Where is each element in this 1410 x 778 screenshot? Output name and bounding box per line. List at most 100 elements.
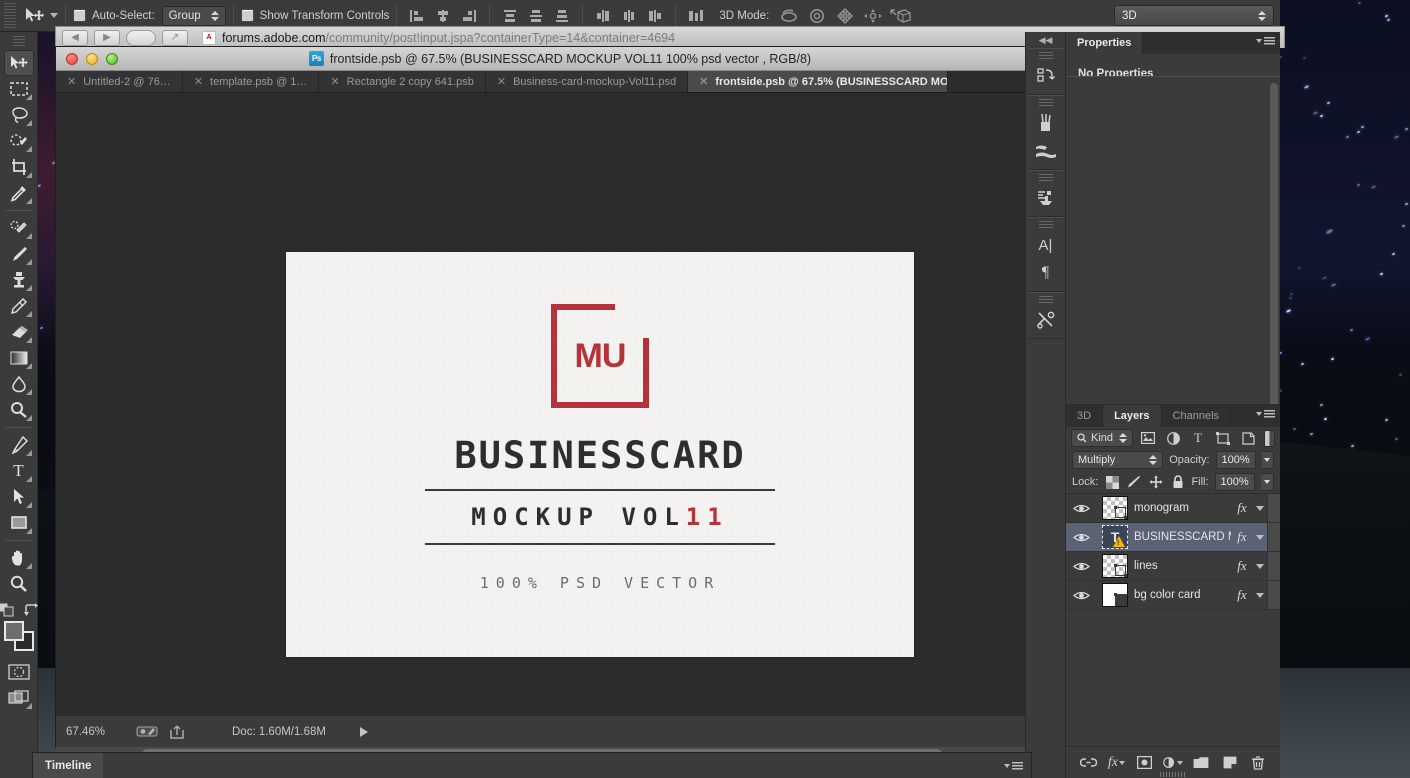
layer-row[interactable]: lines fx xyxy=(1066,552,1280,581)
layer-expand-chevron-down-icon[interactable] xyxy=(1253,505,1267,511)
dock-group-grip[interactable] xyxy=(1038,174,1053,182)
lasso-tool[interactable] xyxy=(4,102,34,128)
auto-select-checkbox[interactable] xyxy=(73,9,86,22)
spot-healing-brush-tool[interactable] xyxy=(4,215,34,241)
rotate-3d-icon[interactable] xyxy=(775,4,803,28)
move-tool[interactable] xyxy=(3,50,34,76)
layer-row[interactable]: bg color card fx xyxy=(1066,581,1280,610)
layer-name[interactable]: monogram xyxy=(1134,502,1231,514)
layer-list-scrollbar[interactable] xyxy=(1267,523,1280,551)
new-group-icon[interactable] xyxy=(1191,753,1211,773)
layer-filter-kind-select[interactable]: Kind xyxy=(1071,429,1133,447)
align-right-edges-icon[interactable] xyxy=(456,4,482,28)
zoom-tool[interactable] xyxy=(4,571,34,597)
layer-visibility-eye-icon[interactable] xyxy=(1066,532,1096,543)
layer-list-scrollbar[interactable] xyxy=(1267,494,1280,522)
history-brush-tool[interactable] xyxy=(4,293,34,319)
foreground-color-swatch[interactable] xyxy=(3,621,24,641)
layer-name[interactable]: lines xyxy=(1134,560,1231,572)
layer-row-selected[interactable]: T ! BUSINESSCARD MOC... fx xyxy=(1066,523,1280,552)
move-tool-icon[interactable] xyxy=(18,4,50,28)
layer-expand-chevron-down-icon[interactable] xyxy=(1253,563,1267,569)
filter-pixel-icon[interactable] xyxy=(1138,429,1158,447)
layers-panel-menu-icon[interactable] xyxy=(1256,410,1275,418)
properties-panel-menu-icon[interactable] xyxy=(1256,37,1275,45)
distribute-horizontal-center-icon[interactable] xyxy=(523,4,549,28)
close-tab-icon[interactable]: ✕ xyxy=(699,75,708,88)
tab-channels[interactable]: Channels xyxy=(1162,405,1232,427)
tab-layers[interactable]: Layers xyxy=(1103,405,1162,427)
clone-stamp-tool[interactable] xyxy=(4,267,34,293)
dodge-tool[interactable] xyxy=(4,397,34,423)
tab-3d[interactable]: 3D xyxy=(1066,405,1104,427)
layer-thumbnail-wrap[interactable] xyxy=(1096,554,1134,578)
zoom-level-value[interactable]: 67.46% xyxy=(66,726,128,738)
eyedropper-tool[interactable] xyxy=(4,180,34,206)
browser-toolbar-pill[interactable] xyxy=(126,29,156,46)
document-tab[interactable]: ✕ Business-card-mockup-Vol11.psd xyxy=(485,71,689,92)
filter-shape-icon[interactable] xyxy=(1213,429,1233,447)
canvas-area[interactable]: MU BUSINESSCARD MOCKUP VOL11 100% PSD VE… xyxy=(56,93,1064,715)
browser-url-path[interactable]: /community/post!input.jspa?containerType… xyxy=(326,31,676,45)
adjustments-icon[interactable] xyxy=(1030,184,1062,212)
document-tab[interactable]: ✕ Untitled-2 @ 76… xyxy=(56,71,183,92)
close-tab-icon[interactable]: ✕ xyxy=(497,75,506,88)
tab-timeline[interactable]: Timeline xyxy=(33,753,104,778)
add-layer-style-icon[interactable]: fx xyxy=(1106,753,1126,773)
add-layer-mask-icon[interactable] xyxy=(1135,753,1155,773)
dock-group-grip[interactable] xyxy=(1038,52,1053,60)
link-layers-icon[interactable] xyxy=(1078,753,1098,773)
document-tab[interactable]: ✕ template.psb @ 1… xyxy=(182,71,320,92)
slide-3d-icon[interactable] xyxy=(859,4,887,28)
toolbox-grip[interactable] xyxy=(12,36,25,46)
layer-name[interactable]: bg color card xyxy=(1134,589,1231,601)
lock-all-icon[interactable] xyxy=(1170,473,1186,491)
lock-image-pixels-icon[interactable] xyxy=(1126,473,1142,491)
properties-scrollbar-thumb[interactable] xyxy=(1270,83,1278,415)
horizontal-type-tool[interactable]: T xyxy=(4,458,34,484)
layer-thumbnail-wrap[interactable] xyxy=(1096,583,1134,607)
close-tab-icon[interactable]: ✕ xyxy=(67,75,76,88)
business-card-artwork[interactable]: MU BUSINESSCARD MOCKUP VOL11 100% PSD VE… xyxy=(286,252,914,657)
align-bottom-edges-icon[interactable] xyxy=(642,4,668,28)
layer-list-scrollbar[interactable] xyxy=(1267,552,1280,580)
filter-adjustment-icon[interactable] xyxy=(1163,429,1183,447)
properties-scrollbar[interactable] xyxy=(1270,83,1278,415)
layer-expand-chevron-down-icon[interactable] xyxy=(1253,534,1267,540)
roll-3d-icon[interactable] xyxy=(803,4,831,28)
tool-presets-icon[interactable] xyxy=(1030,306,1062,334)
character-icon[interactable]: A| xyxy=(1030,231,1062,259)
status-expand-icon[interactable] xyxy=(359,726,368,737)
gradient-tool[interactable] xyxy=(4,345,34,371)
layer-effects-badge[interactable]: fx xyxy=(1231,587,1253,603)
filter-type-icon[interactable]: T xyxy=(1188,429,1208,447)
dock-group-grip[interactable] xyxy=(1038,99,1053,107)
filter-smart-object-icon[interactable] xyxy=(1238,429,1258,447)
layer-visibility-eye-icon[interactable] xyxy=(1066,590,1096,601)
delete-layer-icon[interactable] xyxy=(1248,753,1268,773)
layer-effects-badge[interactable]: fx xyxy=(1231,529,1253,545)
layer-row[interactable]: monogram fx xyxy=(1066,494,1280,523)
close-tab-icon[interactable]: ✕ xyxy=(330,75,339,88)
browser-share-button[interactable]: ↗ xyxy=(162,29,188,46)
hand-tool[interactable] xyxy=(4,545,34,571)
drag-3d-icon[interactable] xyxy=(831,4,859,28)
auto-align-layers-icon[interactable] xyxy=(683,4,709,28)
default-colors-icon[interactable] xyxy=(0,603,14,617)
blur-tool[interactable] xyxy=(4,371,34,397)
paragraph-icon[interactable]: ¶ xyxy=(1030,259,1062,287)
history-icon[interactable] xyxy=(1030,62,1062,90)
fill-dropdown-icon[interactable] xyxy=(1260,473,1274,491)
tool-preset-chevron-down-icon[interactable] xyxy=(50,13,58,18)
new-layer-icon[interactable] xyxy=(1220,753,1240,773)
timeline-panel-menu-icon[interactable] xyxy=(1004,753,1031,778)
close-tab-icon[interactable]: ✕ xyxy=(194,75,203,88)
color-swatches[interactable] xyxy=(3,621,34,651)
brush-tool[interactable] xyxy=(4,241,34,267)
browser-forward-button[interactable]: ▶ xyxy=(94,29,120,46)
eraser-tool[interactable] xyxy=(4,319,34,345)
lock-transparent-pixels-icon[interactable] xyxy=(1104,473,1120,491)
opacity-dropdown-icon[interactable] xyxy=(1261,451,1274,469)
blend-mode-select[interactable]: Multiply xyxy=(1072,451,1164,469)
new-adjustment-layer-icon[interactable] xyxy=(1163,753,1183,773)
